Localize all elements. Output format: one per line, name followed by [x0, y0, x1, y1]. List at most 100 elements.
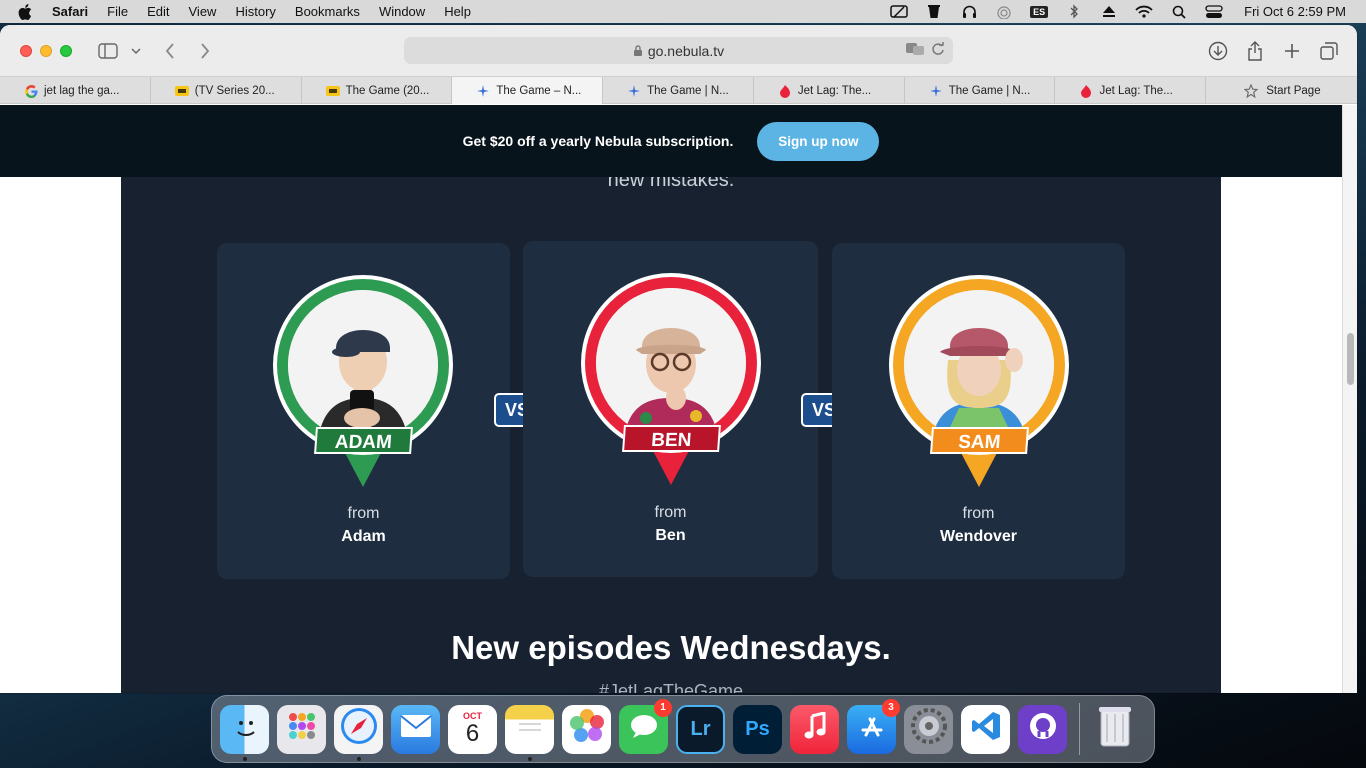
share-icon[interactable]: [1244, 39, 1266, 63]
bluetooth-icon[interactable]: [1065, 4, 1083, 19]
dock-finder[interactable]: [220, 704, 269, 761]
music-note-icon: [803, 711, 827, 746]
dock-lightroom[interactable]: Lr: [676, 704, 725, 754]
dock-vscode[interactable]: [961, 704, 1010, 754]
dock-mail[interactable]: [391, 704, 440, 754]
dock-calendar[interactable]: OCT 6: [448, 704, 497, 754]
dock-photoshop[interactable]: Ps: [733, 704, 782, 754]
running-indicator: [528, 756, 532, 761]
sign-up-button[interactable]: Sign up now: [757, 121, 880, 161]
ben-photo: [596, 288, 746, 438]
trash-icon: [1097, 704, 1133, 754]
menu-history[interactable]: History: [235, 4, 275, 19]
chevron-down-icon[interactable]: [130, 39, 142, 63]
running-indicator: [357, 756, 361, 761]
tab-overview-icon[interactable]: [1318, 39, 1340, 63]
input-source-icon[interactable]: ES: [1030, 4, 1049, 19]
photoshop-glyph: Ps: [745, 717, 770, 740]
imdb-icon: [325, 84, 340, 98]
nebula-icon: [627, 84, 641, 98]
menu-window[interactable]: Window: [379, 4, 425, 19]
tab-label: Jet Lag: The...: [797, 84, 872, 97]
tab-label: The Game | N...: [948, 84, 1031, 97]
dock-music[interactable]: [790, 704, 839, 754]
menu-file[interactable]: File: [107, 4, 128, 19]
dock: OCT 6 1 Lr Ps 3: [211, 695, 1155, 763]
avatar: BEN: [581, 273, 761, 493]
dock-launchpad[interactable]: [277, 704, 326, 754]
tab-nebula-game[interactable]: The Game | N...: [603, 77, 754, 104]
tab-label: Start Page: [1266, 84, 1321, 97]
control-center-icon[interactable]: [1205, 4, 1223, 19]
menu-edit[interactable]: Edit: [147, 4, 169, 19]
wifi-icon[interactable]: [1135, 4, 1153, 19]
page-scrollbar[interactable]: [1347, 333, 1354, 385]
downloads-icon[interactable]: [1207, 39, 1229, 63]
running-indicator: [243, 756, 247, 761]
airdrop-icon[interactable]: [995, 4, 1013, 19]
lock-icon: [633, 44, 643, 57]
tab-nebula-game-2[interactable]: The Game | N...: [905, 77, 1056, 104]
menu-view[interactable]: View: [189, 4, 217, 19]
speech-bubble-icon: [628, 712, 660, 746]
dock-notes[interactable]: [505, 704, 554, 761]
clipped-tagline: new mistakes.: [607, 177, 735, 191]
dock-app-store[interactable]: 3: [847, 698, 900, 754]
avatar: SAM: [889, 275, 1069, 495]
github-octocat-icon: [1028, 711, 1058, 747]
notification-center-icon[interactable]: [890, 4, 908, 19]
channel-name-wendover[interactable]: Wendover: [832, 528, 1125, 546]
flame-icon: [1079, 84, 1093, 98]
fullscreen-window-button[interactable]: [60, 45, 72, 57]
close-window-button[interactable]: [20, 45, 32, 57]
minimize-window-button[interactable]: [40, 45, 52, 57]
translate-icon[interactable]: [905, 42, 925, 59]
spotlight-search-icon[interactable]: [1170, 4, 1188, 19]
dock-photos[interactable]: [562, 704, 611, 754]
address-bar[interactable]: go.nebula.tv: [404, 37, 953, 64]
reload-icon[interactable]: [931, 42, 945, 59]
tab-label: The Game | N...: [647, 84, 729, 97]
window-controls: [20, 45, 72, 57]
forward-button[interactable]: [197, 39, 213, 63]
tab-label: The Game (20...: [345, 84, 430, 97]
new-tab-icon[interactable]: [1281, 39, 1303, 63]
menu-clock[interactable]: Fri Oct 6 2:59 PM: [1244, 4, 1346, 19]
contestant-card-adam[interactable]: ADAM from Adam: [217, 243, 510, 579]
tab-jet-lag[interactable]: Jet Lag: The...: [754, 77, 905, 104]
dock-messages[interactable]: 1: [619, 698, 672, 754]
promo-banner: Get $20 off a yearly Nebula subscription…: [0, 105, 1342, 177]
menu-bookmarks[interactable]: Bookmarks: [295, 4, 360, 19]
tab-imdb-the-game[interactable]: The Game (20...: [302, 77, 453, 104]
compass-icon: [339, 706, 379, 752]
menu-help[interactable]: Help: [444, 4, 471, 19]
back-button[interactable]: [162, 39, 178, 63]
eject-icon[interactable]: [1100, 4, 1118, 19]
menu-app-safari[interactable]: Safari: [52, 4, 88, 19]
google-icon: [24, 84, 38, 98]
dock-github-desktop[interactable]: [1018, 704, 1067, 754]
cup-icon[interactable]: [925, 4, 943, 19]
sidebar-toggle-icon[interactable]: [97, 39, 119, 63]
tab-jet-lag-2[interactable]: Jet Lag: The...: [1055, 77, 1207, 104]
contestant-card-ben[interactable]: BEN from Ben: [523, 241, 818, 577]
contestant-card-sam[interactable]: SAM from Wendover: [832, 243, 1125, 579]
headphones-icon[interactable]: [960, 4, 978, 19]
channel-name-adam[interactable]: Adam: [217, 528, 510, 546]
dock-system-settings[interactable]: [904, 704, 953, 754]
tab-start-page[interactable]: Start Page: [1206, 77, 1357, 104]
lightroom-glyph: Lr: [690, 717, 711, 740]
contestant-tag-sam: SAM: [930, 427, 1029, 454]
vscode-icon: [970, 710, 1002, 748]
launchpad-grid-icon: [286, 710, 318, 748]
dock-trash[interactable]: [1090, 705, 1139, 754]
adam-photo: [288, 290, 438, 440]
dock-safari[interactable]: [334, 704, 383, 761]
nebula-icon: [476, 84, 490, 98]
tab-imdb-series[interactable]: (TV Series 20...: [151, 77, 302, 104]
contestant-tag-adam: ADAM: [314, 427, 413, 454]
apple-menu-icon[interactable]: [18, 3, 38, 20]
tab-google-search[interactable]: jet lag the ga...: [0, 77, 151, 104]
channel-name-ben[interactable]: Ben: [523, 527, 818, 545]
tab-nebula-active[interactable]: The Game – N...: [452, 77, 604, 104]
